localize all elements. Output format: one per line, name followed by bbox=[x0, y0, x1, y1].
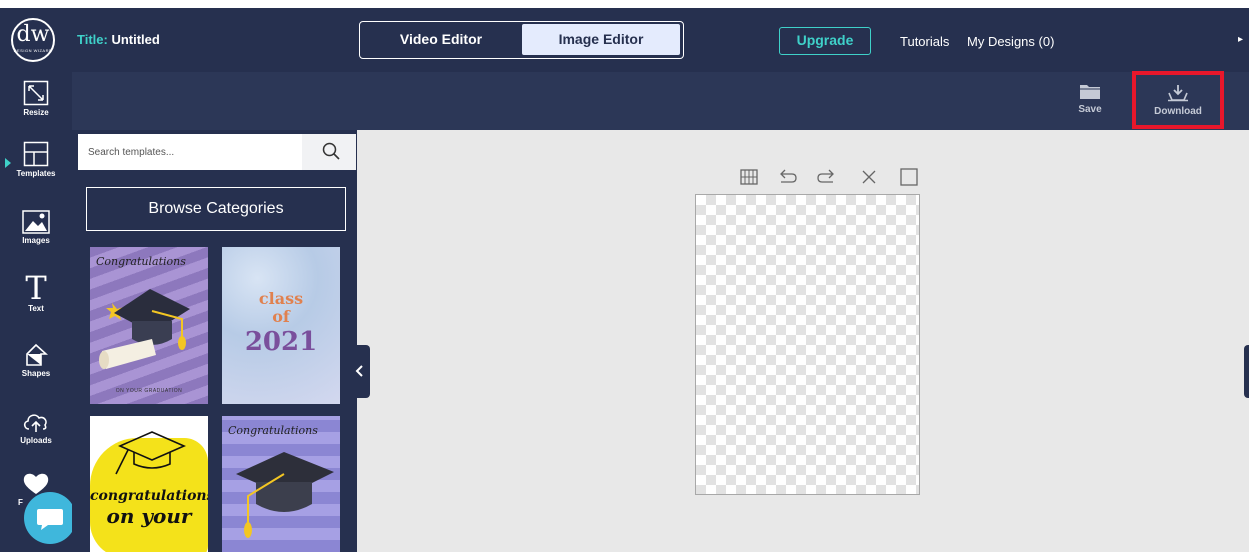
thumbnail-text: class bbox=[258, 289, 304, 308]
logo-mark: dw bbox=[16, 22, 50, 47]
image-editor-tab[interactable]: Image Editor bbox=[522, 24, 680, 55]
images-icon bbox=[22, 210, 50, 234]
search-icon bbox=[322, 142, 340, 160]
sidebar-item-label: Shapes bbox=[21, 369, 51, 378]
thumbnail-line: on your bbox=[106, 504, 192, 528]
graduation-cap-icon bbox=[99, 289, 190, 369]
resize-icon bbox=[23, 80, 49, 106]
sidebar-item-label: Images bbox=[22, 236, 50, 245]
template-thumbnail[interactable]: Congratulations ON YOUR GRADUATION bbox=[90, 247, 208, 404]
upload-cloud-icon bbox=[23, 414, 47, 432]
thumbnail-text: 2021 bbox=[244, 327, 318, 357]
thumbnail-text: of bbox=[272, 307, 290, 326]
editor-mode-switch: Video Editor Image Editor bbox=[359, 21, 684, 59]
caret-right-icon[interactable]: ▸ bbox=[1238, 34, 1243, 45]
video-editor-tab[interactable]: Video Editor bbox=[362, 24, 520, 55]
sidebar-item-images[interactable]: Images bbox=[0, 210, 72, 245]
thumbnail-text: congratulations on your bbox=[90, 486, 208, 529]
browse-categories-button[interactable]: Browse Categories bbox=[86, 187, 346, 231]
thumbnail-text: ON YOUR GRADUATION bbox=[115, 388, 183, 394]
template-search bbox=[78, 134, 356, 170]
chat-button[interactable] bbox=[24, 492, 76, 544]
top-bar: dw DESIGN WIZARD Title: Untitled Video E… bbox=[0, 8, 1249, 72]
title-label: Title: bbox=[77, 32, 108, 47]
square-icon[interactable] bbox=[898, 166, 920, 188]
top-strip bbox=[0, 0, 1249, 8]
sidebar-item-label: Templates bbox=[16, 169, 56, 178]
collapse-panel-button[interactable] bbox=[350, 345, 370, 398]
download-button[interactable]: Download bbox=[1132, 71, 1224, 129]
save-button[interactable]: Save bbox=[1069, 82, 1111, 115]
close-icon[interactable] bbox=[858, 166, 880, 188]
templates-icon bbox=[23, 141, 49, 167]
sidebar-item-label: Text bbox=[28, 304, 44, 313]
save-label: Save bbox=[1078, 104, 1102, 115]
redo-icon[interactable] bbox=[816, 166, 838, 188]
undo-icon[interactable] bbox=[776, 166, 798, 188]
document-title[interactable]: Title: Untitled bbox=[77, 32, 160, 47]
chevron-left-icon bbox=[355, 365, 363, 377]
canvas-toolbar bbox=[734, 166, 924, 190]
search-input[interactable] bbox=[78, 134, 302, 170]
upgrade-button[interactable]: Upgrade bbox=[779, 27, 871, 55]
template-thumbnail[interactable]: class of 2021 bbox=[222, 247, 340, 404]
graduation-cap-outline-icon bbox=[115, 431, 186, 475]
shapes-icon bbox=[26, 343, 48, 366]
download-icon bbox=[1168, 85, 1188, 102]
sidebar-item-templates[interactable]: Templates bbox=[0, 141, 72, 178]
sidebar-item-text[interactable]: T Text bbox=[0, 272, 72, 313]
search-button[interactable] bbox=[302, 134, 356, 170]
logo[interactable]: dw DESIGN WIZARD bbox=[11, 18, 55, 62]
sidebar-item-label: Uploads bbox=[20, 436, 52, 445]
tutorials-link[interactable]: Tutorials bbox=[900, 34, 949, 49]
sidebar-item-resize[interactable]: Resize bbox=[0, 80, 72, 117]
design-canvas[interactable] bbox=[695, 194, 920, 495]
svg-text:T: T bbox=[25, 272, 47, 302]
download-label: Download bbox=[1154, 106, 1202, 117]
right-panel-toggle[interactable] bbox=[1244, 345, 1249, 398]
title-value[interactable]: Untitled bbox=[111, 32, 159, 47]
grid-icon[interactable] bbox=[738, 166, 760, 188]
sidebar-item-label: Resize bbox=[23, 108, 49, 117]
sidebar-item-shapes[interactable]: Shapes bbox=[0, 343, 72, 378]
sidebar-item-uploads[interactable]: Uploads bbox=[0, 410, 72, 445]
logo-subtext: DESIGN WIZARD bbox=[13, 48, 53, 53]
graduation-cap-icon bbox=[236, 452, 334, 538]
chat-icon bbox=[37, 509, 63, 530]
template-thumbnail[interactable]: Congratulations bbox=[222, 416, 340, 552]
my-designs-link[interactable]: My Designs (0) bbox=[967, 34, 1054, 49]
design-wizard-app: dw DESIGN WIZARD Title: Untitled Video E… bbox=[0, 0, 1249, 552]
thumbnail-line: congratulations bbox=[90, 488, 208, 504]
folder-icon bbox=[1080, 85, 1100, 99]
text-icon: T bbox=[25, 272, 47, 302]
template-thumbnail[interactable]: congratulations on your bbox=[90, 416, 208, 552]
